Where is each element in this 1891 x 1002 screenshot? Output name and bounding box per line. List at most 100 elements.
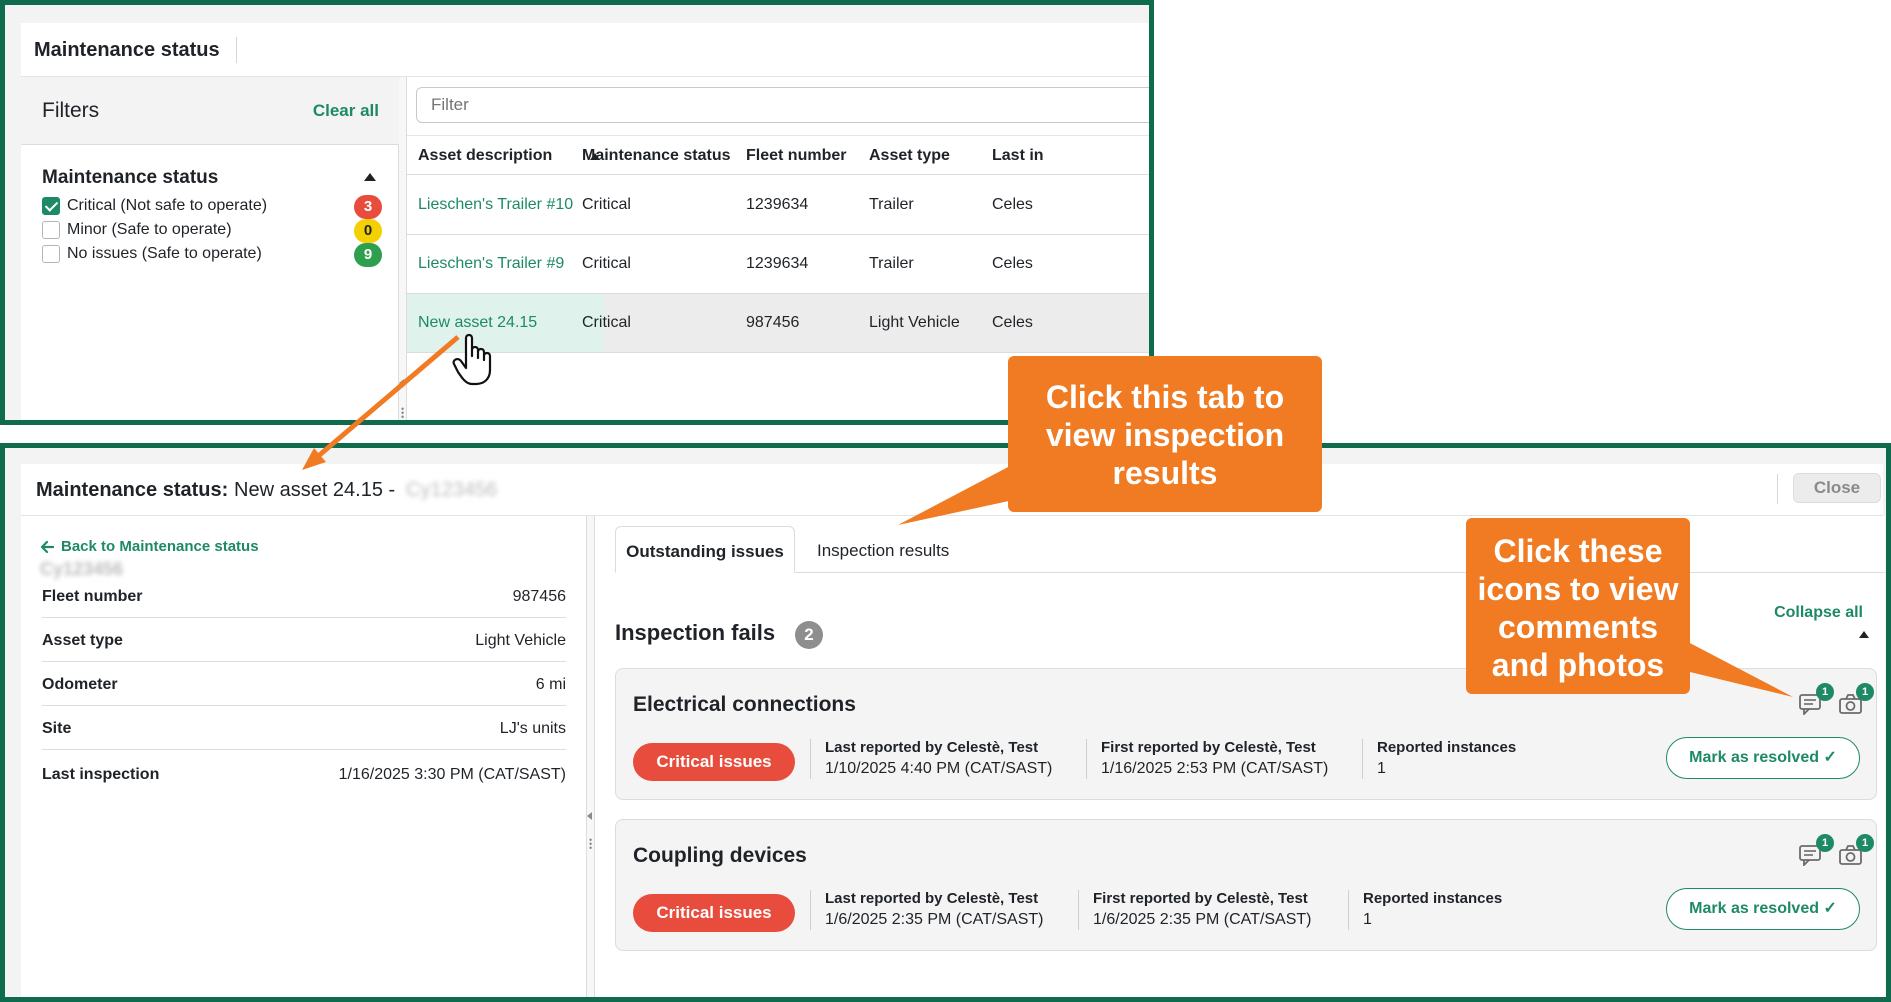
callout-icons-text: Click these icons to view comments and p… <box>1477 533 1679 683</box>
cell-type: Light Vehicle <box>869 314 960 331</box>
cell-type: Trailer <box>869 255 914 272</box>
arrow-left-icon[interactable] <box>40 540 55 558</box>
issue-card: Coupling devices 1 1 Critical issues Las… <box>615 819 1877 951</box>
first-reported-value: 1/16/2025 2:53 PM (CAT/SAST) <box>1101 760 1329 777</box>
filter-label: Critical (Not safe to operate) <box>67 197 268 214</box>
close-button[interactable]: Close <box>1793 473 1881 503</box>
tab-bar: Outstanding issues Inspection results <box>595 516 1885 574</box>
filter-option-minor[interactable]: Minor (Safe to operate) 0 <box>42 219 382 243</box>
photo-count: 1 <box>1856 834 1874 852</box>
cell-fleet: 1239634 <box>746 255 809 272</box>
col-maintenance-status[interactable]: Maintenance status <box>582 147 730 165</box>
table-row[interactable]: Lieschen's Trailer #9 Critical 1239634 T… <box>407 235 1149 294</box>
camera-icon[interactable]: 1 <box>1838 683 1874 717</box>
detail-row-fleet-number: Fleet number 987456 <box>42 574 566 618</box>
filter-option-no-issues[interactable]: No issues (Safe to operate) 9 <box>42 243 382 267</box>
panel-splitter[interactable]: • • • <box>587 516 595 997</box>
asset-link[interactable]: Lieschen's Trailer #10 <box>418 196 573 214</box>
table-row-selected[interactable]: New asset 24.15 Critical 987456 Light Ve… <box>407 294 1149 353</box>
camera-icon[interactable]: 1 <box>1838 834 1874 868</box>
first-reported-value: 1/6/2025 2:35 PM (CAT/SAST) <box>1093 911 1312 928</box>
drag-handle-icon[interactable]: • • • <box>401 405 404 421</box>
issue-title: Electrical connections <box>633 693 856 716</box>
detail-row-last-inspection: Last inspection 1/16/2025 3:30 PM (CAT/S… <box>42 752 566 796</box>
field-value: 1/16/2025 3:30 PM (CAT/SAST) <box>338 766 566 783</box>
field-value: Light Vehicle <box>475 632 566 649</box>
last-reported-value: 1/10/2025 4:40 PM (CAT/SAST) <box>825 760 1053 777</box>
grid-filter-input[interactable] <box>431 95 931 115</box>
col-asset-type[interactable]: Asset type <box>869 147 950 165</box>
field-key: Fleet number <box>42 588 143 605</box>
reported-instances-value: 1 <box>1363 911 1372 928</box>
clear-all-button[interactable]: Clear all <box>313 101 379 121</box>
filters-header: Filters Clear all <box>21 77 399 145</box>
last-reported: Last reported by Celestè, Test 1/6/2025 … <box>810 890 1043 930</box>
col-asset-description[interactable]: Asset description <box>418 147 552 165</box>
checkbox-critical[interactable] <box>42 197 60 215</box>
count-badge: 9 <box>354 243 382 267</box>
drag-handle-icon[interactable]: • • • <box>589 836 592 853</box>
page-title: Maintenance status <box>34 39 220 61</box>
collapse-left-icon[interactable] <box>587 812 592 820</box>
field-value: 6 mi <box>535 676 566 693</box>
section-title: Inspection fails <box>615 620 776 645</box>
first-reported-label: First reported by Celestè, Test <box>1093 890 1308 907</box>
last-reported-value: 1/6/2025 2:35 PM (CAT/SAST) <box>825 911 1044 928</box>
table-row[interactable]: Lieschen's Trailer #10 Critical 1239634 … <box>407 176 1149 235</box>
checkbox-no-issues[interactable] <box>42 245 60 263</box>
filter-section-title: Maintenance status <box>42 167 219 188</box>
panel-splitter[interactable]: • • • <box>399 77 407 421</box>
collapse-all-button[interactable]: Collapse all <box>1774 604 1863 622</box>
callout-icons-hint: Click these icons to view comments and p… <box>1466 518 1690 694</box>
asset-link[interactable]: New asset 24.15 <box>418 314 537 332</box>
grid-filter-field[interactable] <box>416 87 1149 123</box>
checkbox-minor[interactable] <box>42 221 60 239</box>
detail-row-site: Site LJ's units <box>42 706 566 750</box>
critical-issues-badge: Critical issues <box>633 743 795 781</box>
first-reported-label: First reported by Celestè, Test <box>1101 739 1316 756</box>
tab-label: Inspection results <box>817 541 950 560</box>
collapse-caret-icon[interactable] <box>1859 631 1869 638</box>
reported-instances-label: Reported instances <box>1377 739 1517 756</box>
first-reported: First reported by Celestè, Test 1/6/2025… <box>1078 890 1311 930</box>
cell-fleet: 1239634 <box>746 196 809 213</box>
comment-icon[interactable]: 1 <box>1798 834 1834 868</box>
col-last-inspection[interactable]: Last in <box>992 147 1044 165</box>
asset-link[interactable]: Lieschen's Trailer #9 <box>418 255 564 273</box>
field-key: Site <box>42 720 72 737</box>
first-reported: First reported by Celestè, Test 1/16/202… <box>1086 739 1328 779</box>
tab-outstanding-issues[interactable]: Outstanding issues <box>615 526 795 573</box>
critical-issues-badge: Critical issues <box>633 894 795 932</box>
back-link[interactable]: Back to Maintenance status <box>61 538 259 555</box>
tab-label: Outstanding issues <box>626 542 784 561</box>
field-key: Last inspection <box>42 766 160 783</box>
cell-status: Critical <box>582 196 631 213</box>
title-divider <box>236 37 237 63</box>
cell-type: Trailer <box>869 196 914 213</box>
field-value: LJ's units <box>499 720 566 737</box>
cell-status: Critical <box>582 255 631 272</box>
filter-label: No issues (Safe to operate) <box>67 245 262 262</box>
detail-title-value: New asset 24.15 - <box>234 479 396 501</box>
asset-info-sidebar: Back to Maintenance status Cy123456 Flee… <box>21 516 587 997</box>
tab-inspection-results[interactable]: Inspection results <box>802 526 962 573</box>
title-divider <box>1777 474 1778 504</box>
issue-title: Coupling devices <box>633 844 807 867</box>
filters-panel: Filters Clear all Maintenance status Cri… <box>21 77 399 420</box>
photo-count: 1 <box>1856 683 1874 701</box>
section-count-badge: 2 <box>795 621 823 649</box>
last-reported-label: Last reported by Celestè, Test <box>825 739 1039 756</box>
callout-tab-text: Click this tab to view inspection result… <box>1045 379 1285 491</box>
mark-as-resolved-button[interactable]: Mark as resolved ✓ <box>1666 888 1860 930</box>
filter-option-critical[interactable]: Critical (Not safe to operate) 3 <box>42 195 382 219</box>
collapse-left-icon[interactable] <box>399 379 404 387</box>
col-fleet-number[interactable]: Fleet number <box>746 147 846 165</box>
comment-icon[interactable]: 1 <box>1798 683 1834 717</box>
comment-count: 1 <box>1816 834 1834 852</box>
field-key: Asset type <box>42 632 123 649</box>
grid-header: Asset description Maintenance status Fle… <box>407 135 1149 175</box>
cell-last: Celes <box>992 255 1033 272</box>
last-reported-label: Last reported by Celestè, Test <box>825 890 1039 907</box>
collapse-caret-icon[interactable] <box>364 173 376 181</box>
mark-as-resolved-button[interactable]: Mark as resolved ✓ <box>1666 737 1860 779</box>
